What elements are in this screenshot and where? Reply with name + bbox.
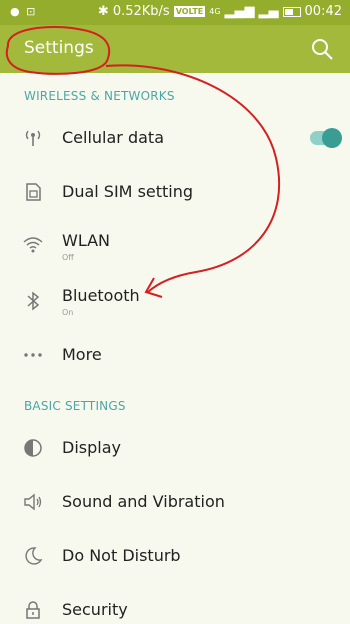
- settings-item-status: Off: [62, 253, 74, 262]
- toggle-knob: [322, 128, 342, 148]
- signal-icon: ▂▄▆: [224, 4, 255, 19]
- settings-item-wlan[interactable]: WLAN Off: [0, 220, 350, 276]
- section-header-basic: BASIC SETTINGS: [24, 399, 126, 413]
- settings-item-label: Sound and Vibration: [62, 492, 225, 511]
- settings-item-security[interactable]: Security: [0, 584, 350, 624]
- display-icon: [24, 439, 42, 457]
- search-icon[interactable]: [310, 37, 334, 61]
- speaker-icon: [24, 493, 42, 511]
- settings-item-do-not-disturb[interactable]: Do Not Disturb: [0, 530, 350, 582]
- settings-item-sound[interactable]: Sound and Vibration: [0, 476, 350, 528]
- bluetooth-icon: [27, 291, 40, 311]
- volte-badge: VOLTE: [173, 6, 206, 17]
- settings-item-label: WLAN: [62, 231, 111, 250]
- clock: 00:42: [304, 4, 342, 19]
- battery-icon: [282, 6, 301, 17]
- wifi-icon: [23, 237, 43, 253]
- notification-icon: ⊡: [26, 5, 36, 18]
- chat-bubble-icon: ●: [10, 5, 20, 18]
- settings-item-dual-sim[interactable]: Dual SIM setting: [0, 166, 350, 218]
- settings-item-label: Display: [62, 438, 121, 457]
- settings-item-label: Cellular data: [62, 128, 164, 147]
- section-header-wireless: WIRELESS & NETWORKS: [24, 89, 175, 103]
- settings-item-bluetooth[interactable]: Bluetooth On: [0, 276, 350, 332]
- settings-item-label: Do Not Disturb: [62, 546, 181, 565]
- settings-item-more[interactable]: More: [0, 332, 350, 378]
- settings-item-label: Security: [62, 600, 128, 619]
- app-bar: Settings: [0, 25, 350, 73]
- network-type: 4G: [209, 7, 221, 16]
- bluetooth-status-icon: ✱: [97, 4, 109, 19]
- status-indicators: ✱ 0.52Kb/s VOLTE 4G ▂▄▆ ▂▄ 00:42: [98, 4, 342, 19]
- cellular-data-toggle[interactable]: [310, 128, 342, 148]
- settings-item-status: On: [62, 308, 74, 317]
- settings-item-cellular-data[interactable]: Cellular data: [0, 112, 350, 164]
- notification-icons: ● ⊡: [10, 5, 35, 18]
- settings-item-label: More: [62, 345, 102, 364]
- settings-item-label: Bluetooth: [62, 286, 140, 305]
- more-dots-icon: [24, 353, 42, 357]
- moon-icon: [25, 547, 43, 565]
- lock-icon: [26, 601, 40, 619]
- signal-icon-2: ▂▄: [258, 4, 279, 19]
- sim-card-icon: [26, 183, 41, 201]
- settings-item-label: Dual SIM setting: [62, 182, 194, 201]
- settings-item-display[interactable]: Display: [0, 422, 350, 474]
- page-title: Settings: [24, 38, 94, 58]
- cellular-data-icon: [25, 130, 41, 146]
- data-speed: 0.52Kb/s: [112, 4, 170, 19]
- status-bar: ● ⊡ ✱ 0.52Kb/s VOLTE 4G ▂▄▆ ▂▄ 00:42: [0, 0, 350, 25]
